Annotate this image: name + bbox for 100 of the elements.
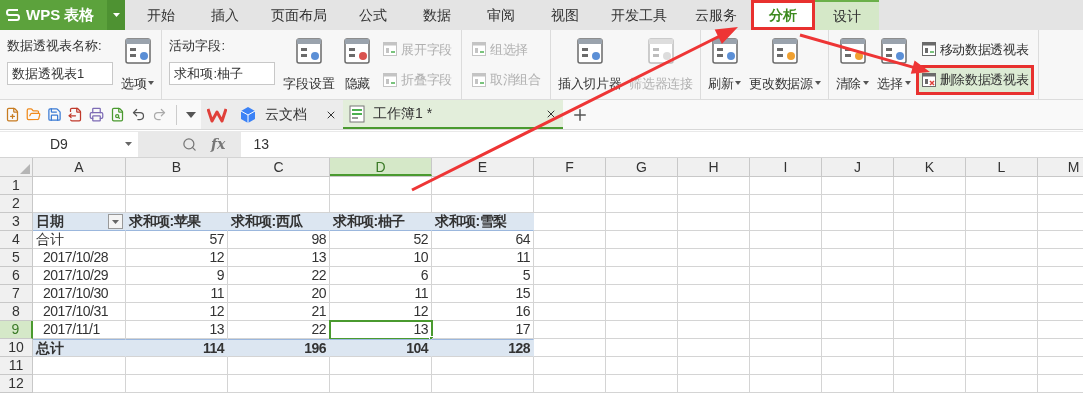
column-header[interactable]: K [894, 158, 966, 176]
document-tab[interactable]: 工作簿1 * [343, 100, 563, 129]
empty-cell[interactable] [606, 195, 678, 213]
function-label[interactable]: fx [211, 133, 226, 155]
empty-cell[interactable] [228, 177, 330, 195]
column-header[interactable]: G [606, 158, 678, 176]
table-cell[interactable]: 12 [330, 303, 432, 321]
column-header[interactable]: H [678, 158, 750, 176]
empty-cell[interactable] [678, 213, 750, 231]
empty-cell[interactable] [606, 285, 678, 303]
menu-tab[interactable]: 页面布局 [257, 0, 341, 30]
menu-tab[interactable]: 设计 [815, 0, 879, 30]
table-cell[interactable]: 求和项:苹果 [126, 213, 228, 231]
column-header[interactable]: F [534, 158, 606, 176]
empty-cell[interactable] [606, 303, 678, 321]
empty-cell[interactable] [966, 177, 1038, 195]
caret-icon[interactable] [186, 111, 196, 118]
empty-cell[interactable] [606, 249, 678, 267]
export-icon[interactable] [68, 107, 83, 122]
empty-cell[interactable] [894, 357, 966, 375]
column-header[interactable]: M [1038, 158, 1083, 176]
table-cell[interactable]: 2017/10/29 [33, 267, 126, 285]
empty-cell[interactable] [126, 357, 228, 375]
menu-tab[interactable]: 云服务 [681, 0, 751, 30]
table-cell[interactable]: 15 [432, 285, 534, 303]
row-header[interactable]: 12 [0, 375, 33, 393]
table-cell[interactable]: 合计 [33, 231, 126, 249]
table-cell[interactable]: 104 [330, 339, 432, 357]
row-header[interactable]: 10 [0, 339, 33, 357]
empty-cell[interactable] [330, 357, 432, 375]
empty-cell[interactable] [822, 195, 894, 213]
empty-cell[interactable] [822, 375, 894, 393]
empty-cell[interactable] [606, 375, 678, 393]
empty-cell[interactable] [432, 375, 534, 393]
ribbon-button[interactable]: 删除数据透视表 [918, 68, 1031, 92]
empty-cell[interactable] [678, 303, 750, 321]
menu-tab[interactable]: 插入 [193, 0, 257, 30]
menu-tab[interactable]: 数据 [405, 0, 469, 30]
table-cell[interactable]: 5 [432, 267, 534, 285]
empty-cell[interactable] [894, 195, 966, 213]
empty-cell[interactable] [534, 285, 606, 303]
row-header[interactable]: 6 [0, 267, 33, 285]
empty-cell[interactable] [894, 321, 966, 339]
menu-tab[interactable]: 开发工具 [597, 0, 681, 30]
empty-cell[interactable] [606, 339, 678, 357]
empty-cell[interactable] [750, 267, 822, 285]
row-header[interactable]: 5 [0, 249, 33, 267]
empty-cell[interactable] [678, 285, 750, 303]
table-cell[interactable]: 12 [126, 303, 228, 321]
table-cell[interactable]: 11 [432, 249, 534, 267]
table-cell[interactable]: 9 [126, 267, 228, 285]
empty-cell[interactable] [966, 357, 1038, 375]
empty-cell[interactable] [534, 321, 606, 339]
empty-cell[interactable] [894, 303, 966, 321]
table-cell[interactable]: 64 [432, 231, 534, 249]
empty-cell[interactable] [750, 321, 822, 339]
empty-cell[interactable] [822, 339, 894, 357]
menu-tab[interactable]: 公式 [341, 0, 405, 30]
empty-cell[interactable] [678, 357, 750, 375]
row-header[interactable]: 2 [0, 195, 33, 213]
table-cell[interactable]: 13 [228, 249, 330, 267]
empty-cell[interactable] [126, 177, 228, 195]
app-menu-button[interactable] [107, 0, 125, 30]
table-cell[interactable]: 10 [330, 249, 432, 267]
empty-cell[interactable] [822, 213, 894, 231]
row-header[interactable]: 11 [0, 357, 33, 375]
ribbon-button[interactable]: 更改数据源 [749, 34, 821, 95]
empty-cell[interactable] [966, 321, 1038, 339]
empty-cell[interactable] [750, 339, 822, 357]
row-header[interactable]: 8 [0, 303, 33, 321]
empty-cell[interactable] [822, 177, 894, 195]
document-tab[interactable] [201, 100, 233, 129]
empty-cell[interactable] [534, 303, 606, 321]
menu-tab[interactable]: 分析 [751, 0, 815, 30]
empty-cell[interactable] [966, 231, 1038, 249]
empty-cell[interactable] [822, 285, 894, 303]
table-cell[interactable]: 57 [126, 231, 228, 249]
empty-cell[interactable] [966, 339, 1038, 357]
empty-cell[interactable] [228, 375, 330, 393]
empty-cell[interactable] [822, 303, 894, 321]
print-icon[interactable] [89, 107, 104, 122]
empty-cell[interactable] [678, 375, 750, 393]
table-cell[interactable]: 52 [330, 231, 432, 249]
empty-cell[interactable] [894, 249, 966, 267]
empty-cell[interactable] [750, 303, 822, 321]
column-header[interactable]: J [822, 158, 894, 176]
empty-cell[interactable] [534, 177, 606, 195]
empty-cell[interactable] [606, 267, 678, 285]
empty-cell[interactable] [534, 357, 606, 375]
empty-cell[interactable] [534, 375, 606, 393]
empty-cell[interactable] [678, 339, 750, 357]
table-cell[interactable]: 114 [126, 339, 228, 357]
table-cell[interactable]: 2017/10/31 [33, 303, 126, 321]
empty-cell[interactable] [534, 249, 606, 267]
empty-cell[interactable] [678, 231, 750, 249]
empty-cell[interactable] [966, 195, 1038, 213]
name-box[interactable]: D9 [0, 131, 138, 157]
empty-cell[interactable] [822, 357, 894, 375]
open-folder-icon[interactable] [26, 107, 41, 122]
row-header[interactable]: 3 [0, 213, 33, 231]
